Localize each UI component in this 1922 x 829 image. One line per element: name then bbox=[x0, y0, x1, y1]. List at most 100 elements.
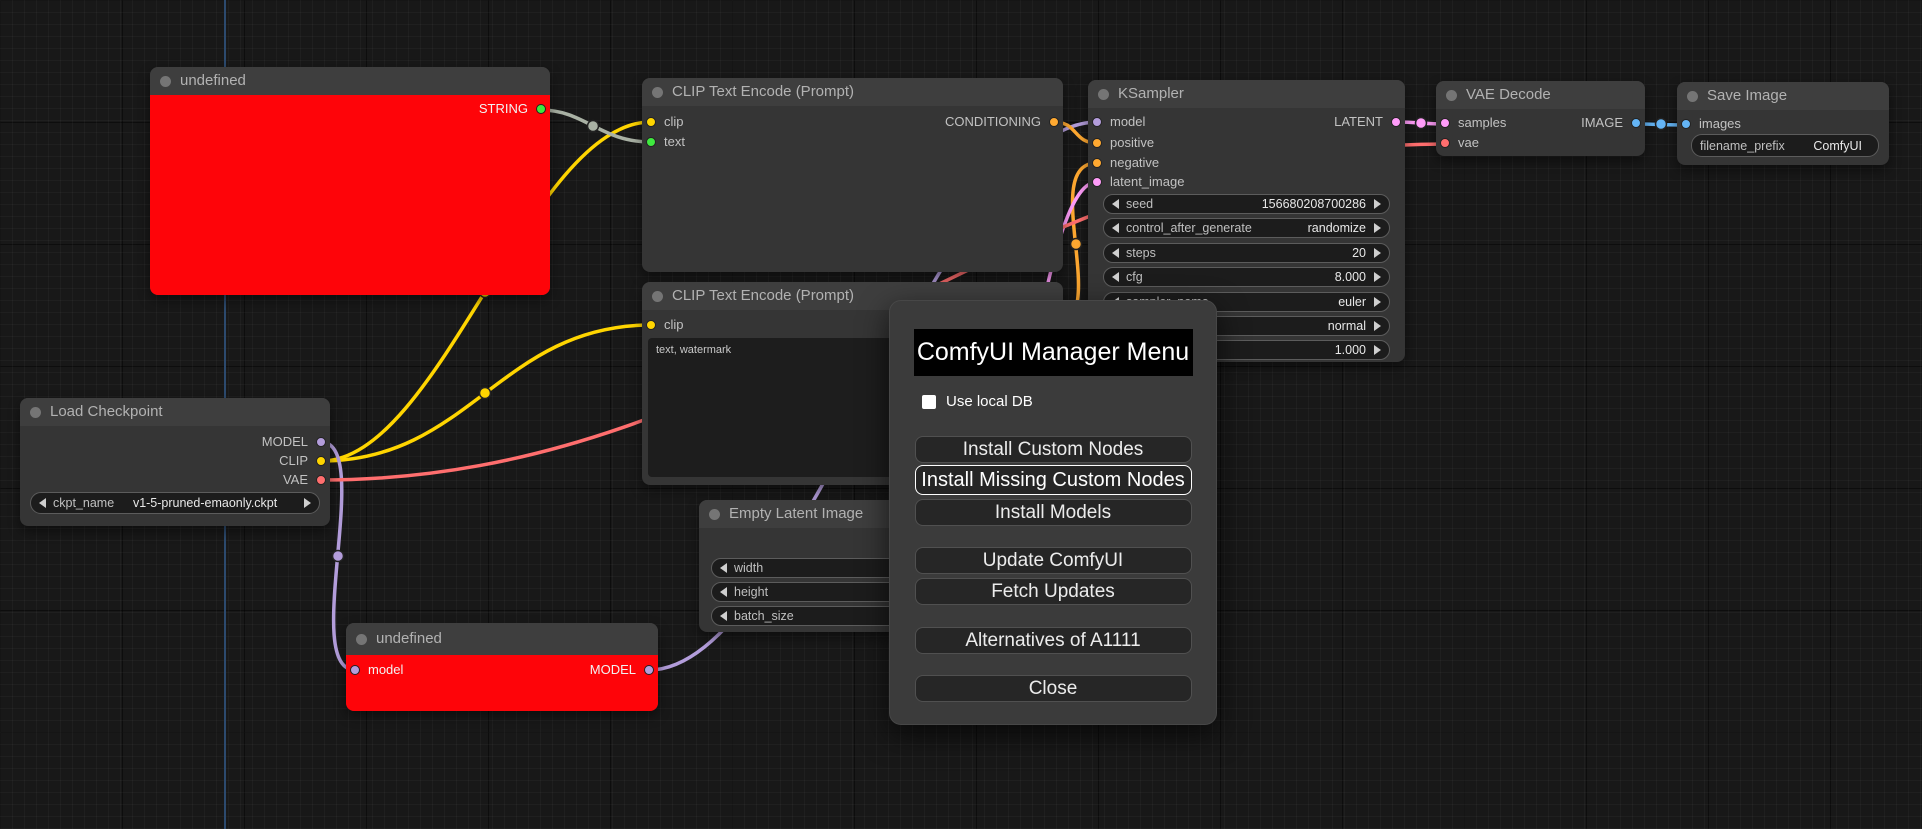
node-undefined-model[interactable]: undefined model MODEL bbox=[346, 623, 658, 711]
output-label: STRING bbox=[478, 101, 528, 116]
widget-label: control_after_generate bbox=[1126, 221, 1252, 235]
control-after-generate-widget[interactable]: control_after_generate randomize bbox=[1103, 218, 1390, 238]
alternatives-of-a1111-button[interactable]: Alternatives of A1111 bbox=[914, 627, 1192, 654]
collapse-dot-icon[interactable] bbox=[1446, 90, 1457, 101]
decrement-arrow-icon[interactable] bbox=[1112, 248, 1119, 258]
clip-output-port[interactable] bbox=[316, 456, 326, 466]
link-midpoint-dot bbox=[1654, 117, 1668, 131]
update-comfyui-button[interactable]: Update ComfyUI bbox=[914, 547, 1192, 574]
node-title: Empty Latent Image bbox=[729, 505, 864, 522]
node-title: undefined bbox=[180, 72, 246, 89]
install-models-button[interactable]: Install Models bbox=[914, 499, 1192, 526]
collapse-dot-icon[interactable] bbox=[652, 87, 663, 98]
widget-value: normal bbox=[1327, 319, 1366, 333]
node-title: CLIP Text Encode (Prompt) bbox=[672, 287, 855, 304]
decrement-arrow-icon[interactable] bbox=[1112, 199, 1119, 209]
cfg-widget[interactable]: cfg 8.000 bbox=[1103, 267, 1390, 287]
widget-value: euler bbox=[1338, 295, 1366, 309]
node-title: undefined bbox=[376, 630, 442, 647]
node-title-bar: undefined bbox=[150, 67, 550, 95]
node-title: CLIP Text Encode (Prompt) bbox=[672, 83, 855, 100]
output-label: IMAGE bbox=[1581, 115, 1623, 130]
widget-value: 156680208700286 bbox=[1261, 197, 1366, 211]
widget-label: steps bbox=[1126, 246, 1156, 260]
input-label: clip bbox=[664, 317, 684, 332]
link-midpoint-dot bbox=[331, 549, 345, 563]
seed-widget[interactable]: seed 156680208700286 bbox=[1103, 194, 1390, 214]
increment-arrow-icon[interactable] bbox=[1374, 272, 1381, 282]
vae-input-port[interactable] bbox=[1440, 138, 1450, 148]
decrement-arrow-icon[interactable] bbox=[1112, 272, 1119, 282]
input-label: latent_image bbox=[1110, 174, 1185, 189]
increment-arrow-icon[interactable] bbox=[1374, 199, 1381, 209]
fetch-updates-button[interactable]: Fetch Updates bbox=[914, 578, 1192, 605]
collapse-dot-icon[interactable] bbox=[1687, 91, 1698, 102]
node-vae-decode[interactable]: VAE Decode samples vae IMAGE bbox=[1436, 81, 1645, 156]
node-title: VAE Decode bbox=[1466, 86, 1551, 103]
clip-input-port[interactable] bbox=[646, 320, 656, 330]
increment-arrow-icon[interactable] bbox=[1374, 248, 1381, 258]
widget-value: 1.000 bbox=[1334, 343, 1366, 357]
conditioning-output-port[interactable] bbox=[1049, 117, 1059, 127]
decrement-arrow-icon[interactable] bbox=[720, 563, 727, 573]
collapse-dot-icon[interactable] bbox=[356, 634, 367, 645]
input-label: negative bbox=[1110, 155, 1160, 170]
increment-arrow-icon[interactable] bbox=[1374, 297, 1381, 307]
node-clip-text-encode-positive[interactable]: CLIP Text Encode (Prompt) clip text COND… bbox=[642, 78, 1063, 272]
string-output-port[interactable] bbox=[536, 104, 546, 114]
install-missing-custom-nodes-button[interactable]: Install Missing Custom Nodes bbox=[914, 465, 1192, 495]
negative-input-port[interactable] bbox=[1092, 158, 1102, 168]
steps-widget[interactable]: steps 20 bbox=[1103, 243, 1390, 263]
use-local-db-checkbox[interactable] bbox=[922, 394, 936, 409]
filename-prefix-widget[interactable]: filename_prefix ComfyUI bbox=[1691, 134, 1879, 157]
decrement-arrow-icon[interactable] bbox=[1112, 223, 1119, 233]
comfyui-manager-dialog[interactable]: ComfyUI Manager Menu Use local DB Instal… bbox=[889, 300, 1217, 725]
widget-label: batch_size bbox=[734, 609, 794, 623]
link-midpoint-dot bbox=[1069, 237, 1083, 251]
increment-arrow-icon[interactable] bbox=[1374, 321, 1381, 331]
node-title: Load Checkpoint bbox=[50, 403, 163, 420]
node-title: Save Image bbox=[1707, 87, 1788, 104]
widget-value: v1-5-pruned-emaonly.ckpt bbox=[132, 496, 278, 510]
next-arrow-icon[interactable] bbox=[304, 498, 311, 508]
dialog-title: ComfyUI Manager Menu bbox=[913, 329, 1193, 376]
vae-output-port[interactable] bbox=[316, 475, 326, 485]
link-midpoint-dot bbox=[478, 386, 492, 400]
collapse-dot-icon[interactable] bbox=[652, 291, 663, 302]
install-custom-nodes-button[interactable]: Install Custom Nodes bbox=[914, 436, 1192, 463]
text-input-port[interactable] bbox=[646, 137, 656, 147]
collapse-dot-icon[interactable] bbox=[1098, 89, 1109, 100]
input-label: text bbox=[664, 134, 685, 149]
comfyui-canvas[interactable]: undefined STRING CLIP Text Encode (Promp… bbox=[0, 0, 1922, 829]
input-label: images bbox=[1699, 116, 1741, 131]
model-output-port[interactable] bbox=[644, 665, 654, 675]
model-output-port[interactable] bbox=[316, 437, 326, 447]
collapse-dot-icon[interactable] bbox=[30, 407, 41, 418]
node-title-bar: Load Checkpoint bbox=[20, 398, 330, 426]
widget-label: cfg bbox=[1126, 270, 1143, 284]
node-load-checkpoint[interactable]: Load Checkpoint MODEL CLIP VAE ckpt_name… bbox=[20, 398, 330, 526]
output-label: VAE bbox=[282, 472, 308, 487]
output-label: LATENT bbox=[1334, 114, 1383, 129]
increment-arrow-icon[interactable] bbox=[1374, 223, 1381, 233]
widget-value: randomize bbox=[1307, 221, 1366, 235]
latent-output-port[interactable] bbox=[1391, 117, 1401, 127]
prev-arrow-icon[interactable] bbox=[39, 498, 46, 508]
images-input-port[interactable] bbox=[1681, 119, 1691, 129]
node-save-image[interactable]: Save Image images filename_prefix ComfyU… bbox=[1677, 82, 1889, 165]
latent-image-input-port[interactable] bbox=[1092, 177, 1102, 187]
positive-input-port[interactable] bbox=[1092, 138, 1102, 148]
increment-arrow-icon[interactable] bbox=[1374, 345, 1381, 355]
link-string-to-text bbox=[540, 108, 652, 144]
collapse-dot-icon[interactable] bbox=[160, 76, 171, 87]
image-output-port[interactable] bbox=[1631, 118, 1641, 128]
collapse-dot-icon[interactable] bbox=[709, 509, 720, 520]
node-title-bar: VAE Decode bbox=[1436, 81, 1645, 109]
widget-value: 20 bbox=[1352, 246, 1366, 260]
decrement-arrow-icon[interactable] bbox=[720, 611, 727, 621]
node-undefined-string[interactable]: undefined STRING bbox=[150, 67, 550, 295]
ckpt-name-widget[interactable]: ckpt_name v1-5-pruned-emaonly.ckpt bbox=[30, 492, 320, 514]
close-button[interactable]: Close bbox=[914, 675, 1192, 702]
widget-label: ckpt_name bbox=[53, 496, 115, 510]
decrement-arrow-icon[interactable] bbox=[720, 587, 727, 597]
